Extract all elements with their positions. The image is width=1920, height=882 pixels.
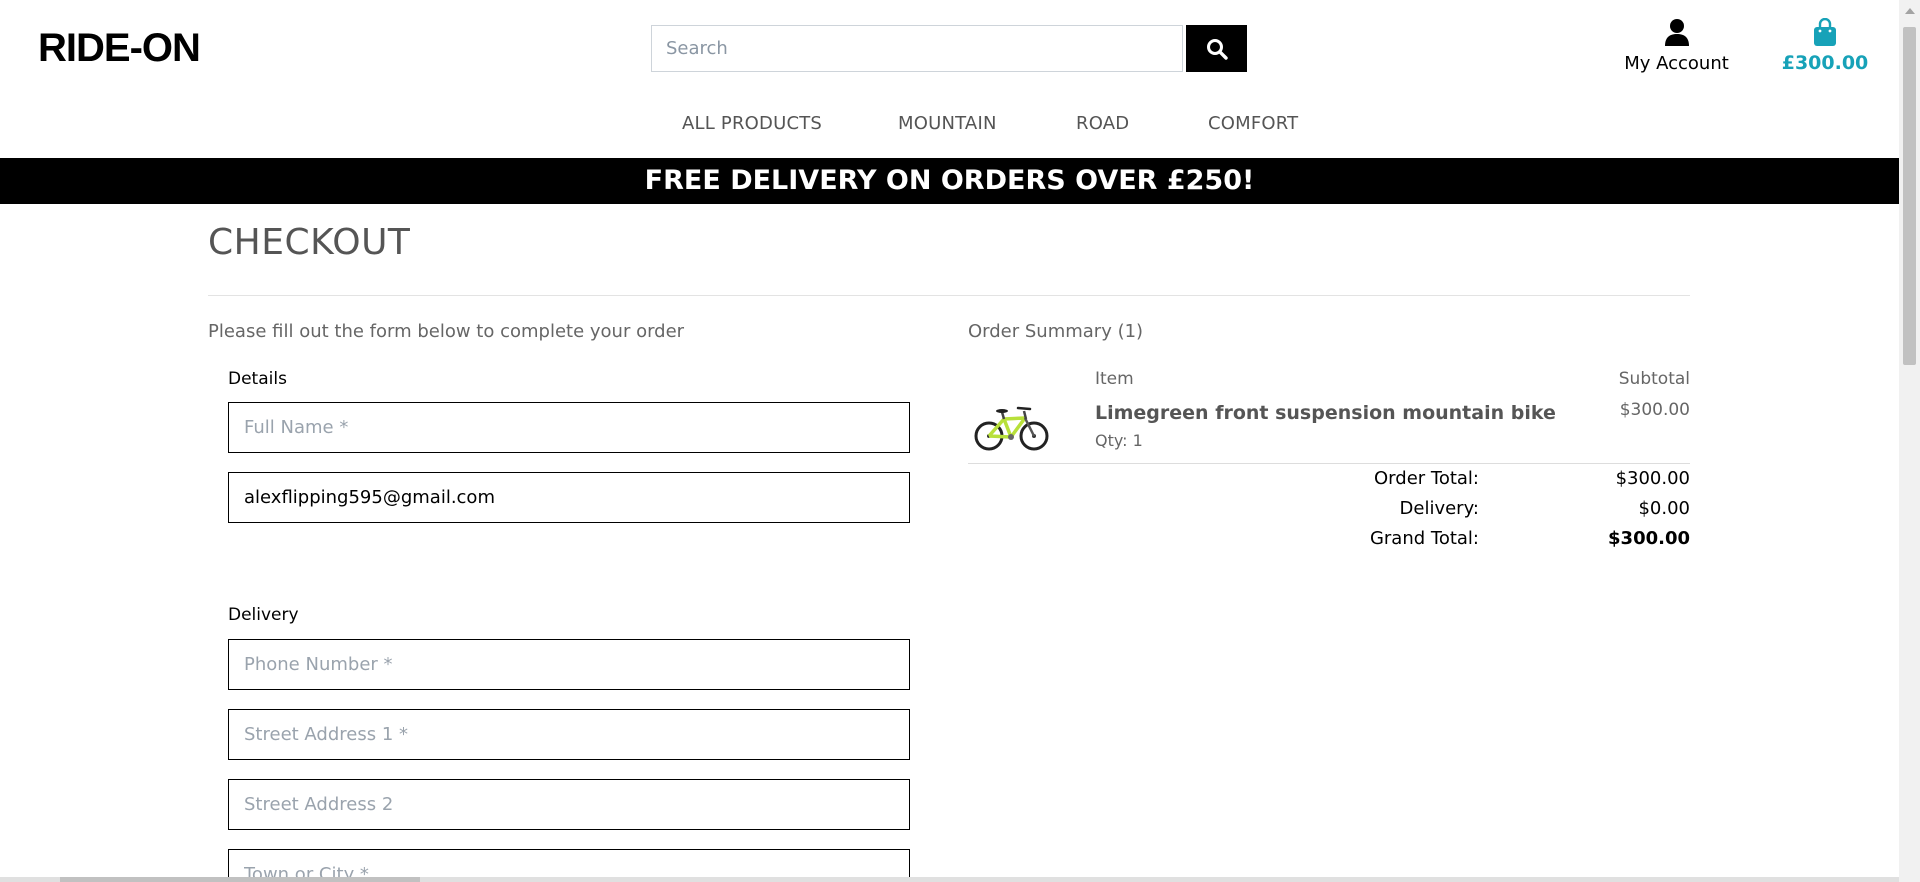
- search-button[interactable]: [1186, 25, 1247, 72]
- street-address-2-field[interactable]: [228, 779, 910, 830]
- order-total-value: $300.00: [1615, 468, 1690, 489]
- delivery-cost-value: $0.00: [1638, 498, 1690, 519]
- search-icon: [1206, 38, 1228, 60]
- main-nav: ALL PRODUCTS MOUNTAIN ROAD COMFORT: [0, 113, 1899, 137]
- account-label: My Account: [1624, 53, 1729, 74]
- item-name: Limegreen front suspension mountain bike: [1095, 402, 1556, 424]
- page-title: CHECKOUT: [208, 222, 411, 263]
- item-quantity: Qty: 1: [1095, 431, 1143, 450]
- horizontal-scrollbar-thumb[interactable]: [60, 877, 420, 882]
- nav-road[interactable]: ROAD: [1076, 113, 1129, 134]
- order-summary-title: Order Summary (1): [968, 321, 1144, 342]
- user-icon: [1664, 19, 1689, 46]
- page: RIDE-ON My Account £300.00 ALL PRODUCTS …: [0, 0, 1899, 882]
- delivery-banner: FREE DELIVERY ON ORDERS OVER £250!: [0, 158, 1899, 204]
- nav-all-products[interactable]: ALL PRODUCTS: [682, 113, 822, 134]
- horizontal-scrollbar[interactable]: [0, 877, 1899, 882]
- subtotal-column-header: Subtotal: [1618, 369, 1690, 389]
- item-column-header: Item: [1095, 369, 1134, 389]
- nav-comfort[interactable]: COMFORT: [1208, 113, 1298, 134]
- shopping-bag-icon: [1814, 17, 1836, 46]
- details-label: Details: [228, 369, 287, 389]
- bicycle-image[interactable]: [973, 399, 1053, 455]
- bag-total: £300.00: [1781, 52, 1869, 74]
- full-name-field[interactable]: [228, 402, 910, 453]
- my-account-link[interactable]: My Account: [1610, 18, 1743, 74]
- nav-mountain[interactable]: MOUNTAIN: [898, 113, 997, 134]
- order-total-label: Order Total:: [1374, 468, 1479, 489]
- site-logo[interactable]: RIDE-ON: [38, 26, 201, 71]
- shopping-bag-link[interactable]: £300.00: [1775, 17, 1875, 74]
- vertical-scrollbar[interactable]: [1899, 0, 1920, 882]
- email-field[interactable]: [228, 472, 910, 523]
- delivery-cost-label: Delivery:: [1399, 498, 1479, 519]
- summary-divider: [968, 463, 1690, 464]
- search-bar: [651, 25, 1247, 72]
- delivery-label: Delivery: [228, 605, 299, 625]
- vertical-scrollbar-thumb[interactable]: [1903, 27, 1916, 365]
- form-intro: Please fill out the form below to comple…: [208, 321, 685, 342]
- search-input[interactable]: [651, 25, 1183, 72]
- street-address-1-field[interactable]: [228, 709, 910, 760]
- scroll-up-arrow-icon[interactable]: [1905, 8, 1915, 14]
- grand-total-value: $300.00: [1608, 528, 1690, 549]
- grand-total-label: Grand Total:: [1369, 528, 1479, 549]
- phone-number-field[interactable]: [228, 639, 910, 690]
- divider: [208, 295, 1690, 296]
- item-subtotal: $300.00: [1619, 400, 1690, 420]
